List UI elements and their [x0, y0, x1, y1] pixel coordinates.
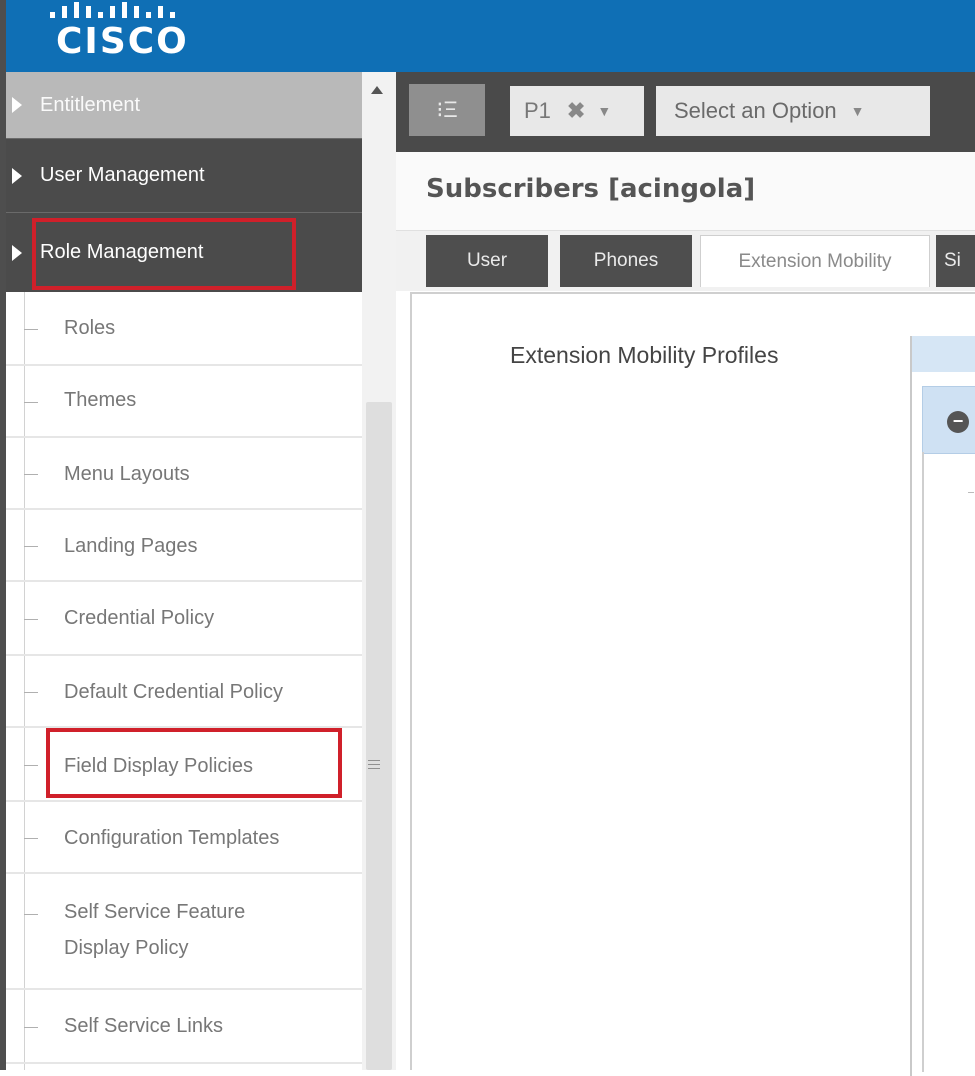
page-title: Subscribers [acingola]	[426, 174, 756, 204]
remove-tag-icon[interactable]: ✖	[567, 98, 585, 124]
sidebar-item-label: Display Policy	[64, 937, 189, 959]
profiles-list-body	[922, 452, 975, 1072]
tab-si[interactable]: Si	[936, 235, 975, 287]
resize-grip-icon[interactable]	[368, 760, 380, 772]
option-select[interactable]: Select an Option ▼	[656, 86, 930, 136]
sidebar-item-label: Landing Pages	[64, 535, 198, 557]
sidebar-item-label: Entitlement	[40, 93, 141, 116]
option-select-placeholder: Select an Option	[674, 98, 837, 123]
scroll-up-arrow-icon[interactable]	[371, 86, 383, 94]
sidebar-item-user-management[interactable]: User Management	[6, 138, 362, 212]
sidebar-item-self-service-links[interactable]: Self Service Links	[6, 990, 362, 1064]
sidebar-item-label: Configuration Templates	[64, 827, 280, 849]
sidebar-item-label: Self Service Links	[64, 1015, 223, 1037]
brand-header: CISCO	[0, 0, 975, 72]
toolbar: ⁝Ξ P1 ✖ ▼ Select an Option ▼	[396, 72, 975, 152]
sidebar-item-configuration-templates[interactable]: Configuration Templates	[6, 802, 362, 874]
collapse-minus-icon[interactable]: −	[947, 411, 969, 433]
highlight-box-field-display-policies	[46, 728, 342, 798]
tab-extension-mobility[interactable]: Extension Mobility	[700, 235, 930, 287]
sidebar-item-landing-pages[interactable]: Landing Pages	[6, 510, 362, 582]
sidebar-scrollbar[interactable]	[362, 72, 396, 1070]
page-header: Subscribers [acingola]	[396, 152, 975, 230]
sidebar-item-label: Credential Policy	[64, 607, 215, 629]
list-menu-icon: ⁝Ξ	[436, 97, 458, 122]
scrollbar-thumb[interactable]	[366, 402, 392, 1070]
sidebar: Entitlement User Management Role Managem…	[6, 72, 362, 1070]
triangle-right-icon	[12, 244, 22, 261]
cisco-logo-bars-icon	[46, 2, 196, 18]
tab-bar: User Phones Extension Mobility Si	[396, 230, 975, 291]
extension-mobility-profiles-label: Extension Mobility Profiles	[510, 342, 779, 368]
sidebar-item-roles[interactable]: Roles	[6, 292, 362, 366]
sidebar-item-label: Self Service Feature	[64, 901, 246, 923]
tab-user[interactable]: User	[426, 235, 548, 287]
sidebar-item-label: Themes	[64, 389, 137, 411]
menu-toggle-button[interactable]: ⁝Ξ	[409, 84, 485, 136]
sidebar-item-themes[interactable]: Themes	[6, 366, 362, 438]
profiles-list-header	[912, 336, 975, 372]
chevron-down-icon: ▼	[850, 103, 865, 119]
hierarchy-tag[interactable]: P1 ✖ ▼	[510, 86, 644, 136]
cisco-logo: CISCO	[56, 21, 189, 62]
content-panel: Extension Mobility Profiles −	[410, 292, 975, 1076]
chevron-down-icon[interactable]: ▼	[597, 103, 611, 119]
sidebar-item-entitlement[interactable]: Entitlement	[6, 72, 362, 138]
triangle-right-icon	[12, 97, 22, 113]
sidebar-item-credential-policy[interactable]: Credential Policy	[6, 582, 362, 656]
tab-phones[interactable]: Phones	[560, 235, 692, 287]
hierarchy-tag-label: P1	[524, 98, 551, 123]
sidebar-item-default-credential-policy[interactable]: Default Credential Policy	[6, 656, 362, 728]
sidebar-item-label: Roles	[64, 317, 116, 339]
profiles-list-panel: −	[910, 336, 975, 1076]
profiles-list-row[interactable]: −	[922, 386, 975, 454]
triangle-right-icon	[12, 167, 22, 184]
highlight-box-role-management	[32, 218, 296, 290]
sidebar-item-label: User Management	[40, 164, 205, 186]
sidebar-item-menu-layouts[interactable]: Menu Layouts	[6, 438, 362, 510]
sidebar-item-label: Default Credential Policy	[64, 681, 283, 703]
sidebar-item-self-service-feature-display-policy[interactable]: Self Service Feature Display Policy	[6, 874, 362, 990]
sidebar-item-label: Menu Layouts	[64, 463, 190, 485]
